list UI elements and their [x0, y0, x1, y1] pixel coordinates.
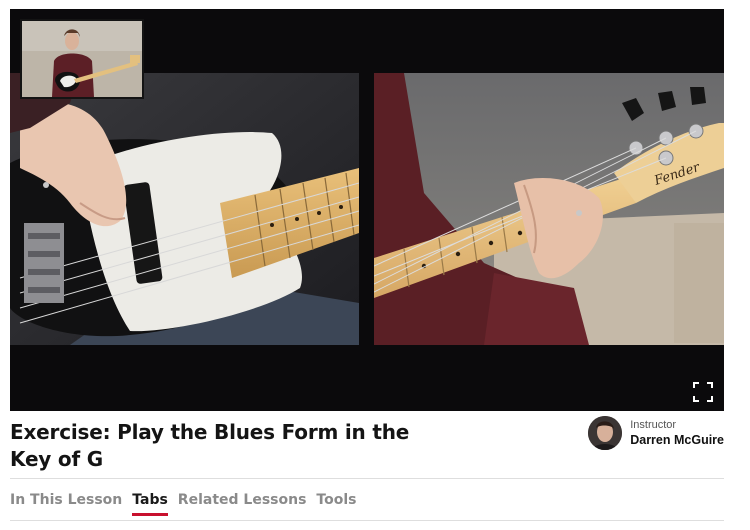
lesson-title: Exercise: Play the Blues Form in the Key…: [10, 420, 410, 471]
instructor-label: Instructor: [630, 419, 677, 431]
fullscreen-button[interactable]: [692, 381, 714, 403]
instructor-avatar[interactable]: [588, 416, 623, 450]
fullscreen-icon: [693, 382, 713, 402]
tab-tabs[interactable]: Tabs: [132, 492, 168, 516]
tab-related-lessons[interactable]: Related Lessons: [178, 492, 307, 516]
video-player[interactable]: Fender: [10, 9, 724, 411]
video-angle-right: Fender: [374, 73, 724, 345]
lesson-tabs: In This Lesson Tabs Related Lessons Tool…: [10, 492, 356, 516]
tab-tools[interactable]: Tools: [316, 492, 356, 516]
performer-wide-image: [22, 21, 142, 97]
instructor-card[interactable]: Instructor Darren McGuire: [588, 416, 724, 450]
divider: [10, 478, 724, 479]
video-angle-left: [10, 73, 359, 345]
pip-camera-view[interactable]: [20, 19, 144, 99]
divider: [10, 520, 724, 521]
bass-neck-closeup-image: Fender: [374, 73, 724, 345]
avatar-image: [588, 416, 623, 450]
bass-body-closeup-image: [10, 73, 359, 345]
tab-in-this-lesson[interactable]: In This Lesson: [10, 492, 122, 516]
instructor-name[interactable]: Darren McGuire: [630, 432, 724, 448]
